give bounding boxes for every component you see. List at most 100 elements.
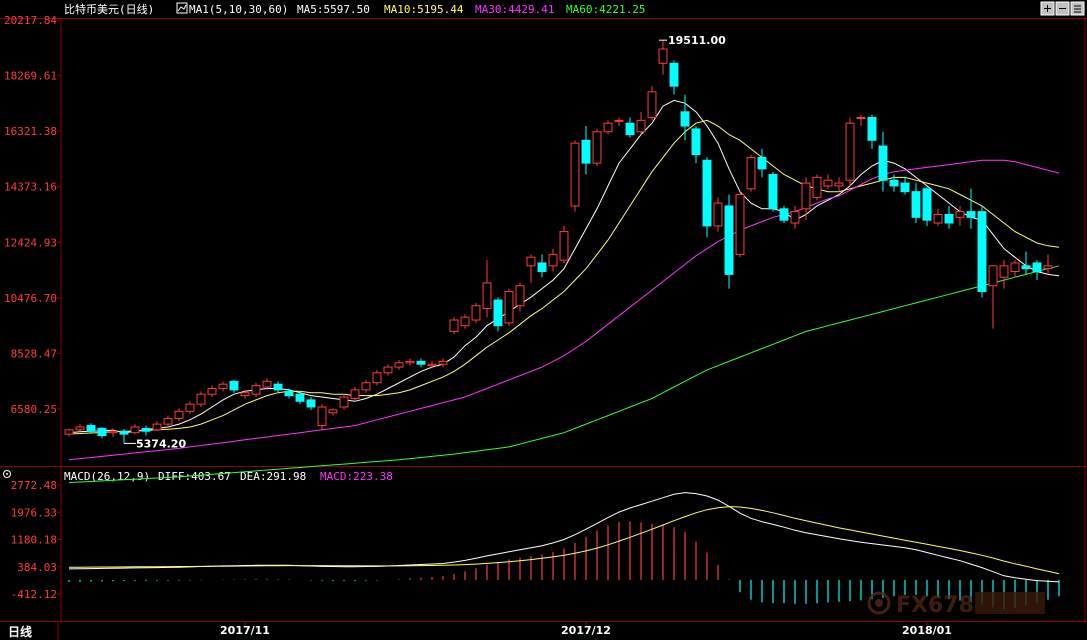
candle-up <box>647 86 657 121</box>
price-tick-label: 18269.61 <box>4 70 57 83</box>
candle-up <box>339 394 349 410</box>
candle-down <box>1021 251 1031 275</box>
candle-down <box>680 94 690 141</box>
macd-tick-label: 384.03 <box>17 561 57 574</box>
candle-up <box>570 140 580 212</box>
candle-up <box>251 382 261 398</box>
candle-up <box>933 208 943 226</box>
price-tick-label: 20217.84 <box>4 14 57 27</box>
candle-up <box>845 117 855 186</box>
zoom-in-button[interactable] <box>1040 1 1055 16</box>
candle-down <box>768 171 778 212</box>
candle-up <box>526 254 536 283</box>
price-annotations: 19511.00 5374.20 <box>124 34 726 450</box>
candle-up <box>636 111 646 135</box>
fx678-logo: FX678 <box>867 591 1045 618</box>
candle-up <box>438 358 448 368</box>
candle-down <box>779 205 789 224</box>
diff-label: DIFF:403.67 <box>158 470 231 483</box>
candle-up <box>361 379 371 393</box>
price-tick-label: 12424.93 <box>4 236 57 249</box>
price-tick-label: 10476.70 <box>4 292 57 305</box>
candle-down <box>900 177 910 195</box>
date-tick-label: 2018/01 <box>902 624 952 637</box>
candle-up <box>658 40 668 75</box>
ma30-label: MA30:4429.41 <box>475 3 554 16</box>
candle-up <box>405 358 415 366</box>
zoom-out-button[interactable] <box>1055 1 1070 16</box>
macd-axis-ticks: 2772.48 1976.33 1180.18 384.03 -412.12 <box>11 479 61 601</box>
date-tick-label: 2017/11 <box>220 624 270 637</box>
ma5-label: MA5:5597.50 <box>297 3 370 16</box>
ma-line-ma60 <box>68 265 1060 484</box>
candle-down <box>416 358 426 368</box>
macd-tick-label: 2772.48 <box>11 479 57 492</box>
candle-up <box>64 428 74 437</box>
candle-up <box>856 114 866 127</box>
candle-down <box>691 126 701 164</box>
chart-title: 比特币美元(日线) <box>64 2 154 16</box>
candle-up <box>75 424 85 432</box>
candle-down <box>86 423 96 433</box>
candle-up <box>471 302 481 323</box>
ma-legend-icon <box>176 2 188 14</box>
candle-up <box>218 381 228 392</box>
candlestick-chart: 比特币美元(日线) MA1(5,10,30,60) MA5:5597.50 MA… <box>0 1 1087 640</box>
candle-up <box>735 191 745 258</box>
macd-tick-label: 1976.33 <box>11 506 57 519</box>
high-annotation: 19511.00 <box>668 34 726 47</box>
macd-value-label: MACD:223.38 <box>320 470 393 483</box>
ma60-label: MA60:4221.25 <box>566 3 645 16</box>
candle-up <box>328 408 338 416</box>
candle-up <box>812 174 822 201</box>
candle-down <box>911 183 921 224</box>
macd-settings-icon[interactable] <box>3 470 11 478</box>
candle-up <box>592 128 602 166</box>
candle-down <box>878 131 888 192</box>
macd-tick-label: 1180.18 <box>11 534 57 547</box>
candle-up <box>988 265 998 329</box>
candle-up <box>548 248 558 272</box>
date-axis-ticks: 2017/11 2017/12 2018/01 <box>220 622 952 637</box>
price-tick-label: 8528.47 <box>11 347 57 360</box>
date-tick-label: 2017/12 <box>561 624 611 637</box>
candle-down <box>757 148 767 178</box>
moving-average-lines <box>68 99 1060 484</box>
candle-down <box>702 157 712 238</box>
low-annotation: 5374.20 <box>136 437 186 450</box>
price-tick-label: 16321.38 <box>4 125 57 138</box>
candle-up <box>559 225 569 263</box>
macd-tick-label: -412.12 <box>11 588 57 601</box>
candle-up <box>427 361 437 369</box>
candle-up <box>185 401 195 415</box>
dea-label: DEA:291.98 <box>240 470 306 483</box>
candle-up <box>108 428 118 437</box>
candle-up <box>801 177 811 221</box>
candle-down <box>306 397 316 410</box>
period-tab-label: 日线 <box>8 624 32 639</box>
period-tab[interactable]: 日线 <box>0 622 59 640</box>
candle-down <box>493 297 503 332</box>
candle-up <box>372 369 382 386</box>
candle-up <box>482 260 492 318</box>
candle-up <box>504 288 514 326</box>
candle-up <box>603 120 613 135</box>
candle-up <box>130 424 140 435</box>
candle-up <box>460 314 470 329</box>
candle-down <box>922 185 932 226</box>
menu-button[interactable] <box>1070 1 1085 16</box>
candle-down <box>966 188 976 229</box>
candle-up <box>713 197 723 232</box>
candle-down <box>273 381 283 393</box>
candle-up <box>614 117 624 127</box>
ma-line-ma30 <box>68 159 1060 461</box>
ma-label: MA1(5,10,30,60) <box>189 3 288 16</box>
candle-down <box>141 425 151 436</box>
candle-up <box>1010 260 1020 278</box>
candle-up <box>790 205 800 229</box>
candle-up <box>1043 254 1053 275</box>
candle-up <box>350 387 360 402</box>
ma-line-ma5 <box>68 99 1060 434</box>
candle-down <box>97 426 107 439</box>
candle-up <box>823 174 833 189</box>
